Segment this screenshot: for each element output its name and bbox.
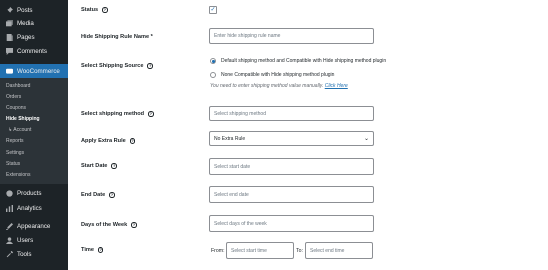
source-none-label: None Compatible with Hide shipping metho… xyxy=(221,72,335,78)
pin-icon xyxy=(5,6,13,14)
sidebar-item-media[interactable]: Media xyxy=(0,17,68,29)
help-icon[interactable]: ? xyxy=(131,222,137,228)
appearance-icon xyxy=(5,222,13,230)
end-time-input[interactable]: Select end time xyxy=(305,242,373,259)
sidebar-item-tools[interactable]: Tools xyxy=(0,248,68,260)
days-of-week-label: Days of the Week ? xyxy=(81,222,137,228)
submenu-item-extensions[interactable]: Extensions xyxy=(6,172,30,178)
rule-name-input[interactable]: Enter hide shipping rule name xyxy=(209,28,374,44)
woocommerce-submenu: Dashboard Orders Coupons Hide Shipping ↳… xyxy=(0,78,68,184)
help-icon[interactable]: ? xyxy=(97,247,104,253)
end-date-label: End Date ? xyxy=(81,192,115,198)
rule-name-label: Hide Shipping Rule Name * xyxy=(81,34,153,40)
submenu-item-reports[interactable]: Reports xyxy=(6,138,24,144)
admin-sidebar: Posts Media Pages Comments WooCommerce D… xyxy=(0,0,68,270)
time-label: Time ? xyxy=(81,247,104,253)
sidebar-item-label: Appearance xyxy=(17,222,51,230)
extra-rule-label: Apply Extra Rule ? xyxy=(81,138,136,144)
submenu-item-settings[interactable]: Settings xyxy=(6,150,24,156)
sidebar-item-label: Comments xyxy=(17,47,47,55)
analytics-icon xyxy=(5,204,13,212)
help-icon[interactable]: ? xyxy=(148,111,154,117)
sidebar-item-label: Posts xyxy=(17,6,33,14)
help-icon[interactable]: ? xyxy=(109,192,115,198)
sidebar-item-products[interactable]: Products xyxy=(0,187,68,199)
sidebar-item-label: WooCommerce xyxy=(17,67,60,75)
comments-icon xyxy=(5,47,13,55)
submenu-item-orders[interactable]: Orders xyxy=(6,94,21,100)
extra-rule-select[interactable]: No Extra Rule ⌄ xyxy=(209,131,374,146)
source-hint: You need to enter shipping method value … xyxy=(210,83,348,89)
source-none-radio[interactable] xyxy=(210,72,216,78)
source-default-label: Default shipping method and Compatible w… xyxy=(221,58,387,64)
start-date-input[interactable]: Select start date xyxy=(209,158,374,175)
shipping-method-select[interactable]: Select shipping method xyxy=(209,106,374,121)
sidebar-item-pages[interactable]: Pages xyxy=(0,31,68,43)
start-date-label: Start Date ? xyxy=(81,163,117,169)
shipping-source-label: Select Shipping Source ? xyxy=(81,63,153,69)
sidebar-item-woocommerce[interactable]: WooCommerce xyxy=(0,64,68,78)
status-label: Status ? xyxy=(81,7,108,13)
sidebar-item-label: Users xyxy=(17,236,34,244)
help-icon[interactable]: ? xyxy=(102,7,108,13)
sidebar-item-analytics[interactable]: Analytics xyxy=(0,202,68,214)
sidebar-item-posts[interactable]: Posts xyxy=(0,4,68,16)
start-time-input[interactable]: Select start time xyxy=(226,242,294,259)
days-of-week-select[interactable]: Select days of the week xyxy=(209,215,374,232)
submenu-item-hide-shipping[interactable]: Hide Shipping xyxy=(6,116,40,122)
time-to-label: To: xyxy=(296,248,303,254)
sidebar-item-label: Products xyxy=(17,189,42,197)
sidebar-item-label: Analytics xyxy=(17,204,42,212)
submenu-item-status[interactable]: Status xyxy=(6,161,20,167)
help-icon[interactable]: ? xyxy=(129,138,136,144)
chevron-down-icon: ⌄ xyxy=(363,136,369,142)
sidebar-item-label: Pages xyxy=(17,33,35,41)
shipping-method-label: Select shipping method ? xyxy=(81,111,154,117)
source-default-radio[interactable] xyxy=(210,58,216,64)
users-icon xyxy=(5,236,13,244)
help-icon[interactable]: ? xyxy=(111,163,117,169)
click-here-link[interactable]: Click Here xyxy=(325,83,348,89)
submenu-item-coupons[interactable]: Coupons xyxy=(6,105,26,111)
help-icon[interactable]: ? xyxy=(147,63,153,69)
sidebar-item-label: Media xyxy=(17,19,34,27)
submenu-item-account[interactable]: ↳ Account xyxy=(8,127,31,133)
hide-shipping-form: Status ? ✓ Hide Shipping Rule Name * Ent… xyxy=(68,0,548,270)
tools-icon xyxy=(5,250,13,258)
submenu-item-dashboard[interactable]: Dashboard xyxy=(6,83,30,89)
sidebar-item-label: Tools xyxy=(17,250,32,258)
products-icon xyxy=(5,189,13,197)
time-from-label: From: xyxy=(211,248,225,254)
sidebar-item-comments[interactable]: Comments xyxy=(0,45,68,57)
media-icon xyxy=(5,19,13,27)
end-date-input[interactable]: Select end date xyxy=(209,186,374,203)
woocommerce-icon xyxy=(5,67,13,75)
sidebar-item-appearance[interactable]: Appearance xyxy=(0,220,68,232)
status-checkbox[interactable]: ✓ xyxy=(209,6,217,14)
sidebar-item-users[interactable]: Users xyxy=(0,234,68,246)
pages-icon xyxy=(5,33,13,41)
